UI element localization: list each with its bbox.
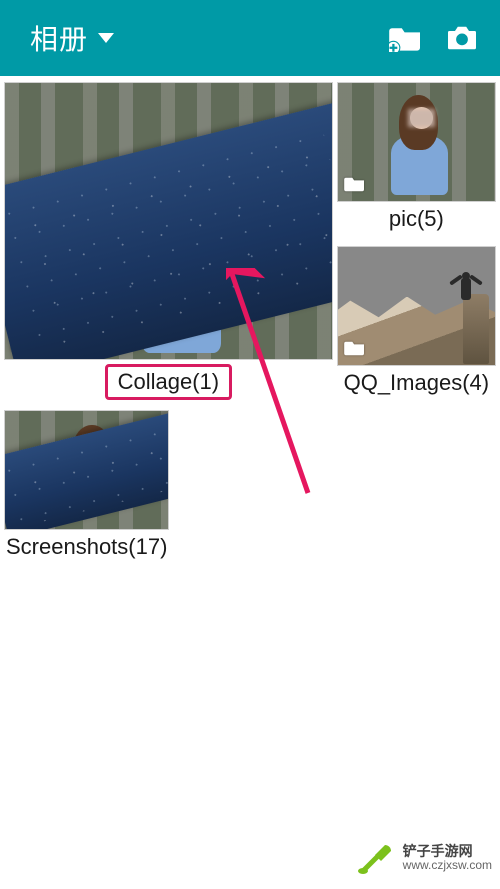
- camera-icon: [445, 24, 479, 52]
- album-label: Screenshots(17): [4, 530, 169, 568]
- new-folder-button[interactable]: [382, 14, 430, 62]
- shovel-icon: [355, 837, 397, 879]
- album-dropdown[interactable]: 相册: [30, 18, 114, 58]
- album-pic[interactable]: pic(5): [337, 82, 496, 242]
- watermark-url: www.czjxsw.com: [403, 859, 492, 872]
- album-label: Collage(1): [105, 364, 233, 400]
- album-thumbnail: [4, 82, 333, 360]
- app-bar: 相册: [0, 0, 500, 76]
- dropdown-icon: [98, 33, 114, 43]
- folder-icon: [344, 175, 368, 195]
- watermark-name: 铲子手游网: [403, 844, 492, 859]
- album-collage[interactable]: Collage(1): [4, 82, 333, 406]
- album-thumbnail: [337, 82, 496, 202]
- watermark-text: 铲子手游网 www.czjxsw.com: [403, 844, 492, 873]
- album-qq-images[interactable]: QQ_Images(4): [337, 246, 496, 406]
- person-figure: [382, 95, 476, 195]
- album-thumbnail: [337, 246, 496, 366]
- person-figure: [453, 264, 479, 308]
- new-folder-icon: [389, 24, 423, 52]
- album-thumbnail: [4, 410, 169, 530]
- camera-button[interactable]: [438, 14, 486, 62]
- album-label: QQ_Images(4): [337, 366, 496, 404]
- folder-icon: [344, 339, 368, 359]
- watermark: 铲子手游网 www.czjxsw.com: [355, 837, 492, 879]
- album-label: pic(5): [337, 202, 496, 240]
- album-screenshots[interactable]: Screenshots(17): [4, 410, 169, 568]
- albums-grid: Collage(1) pic(5) QQ_Images(4): [0, 76, 500, 568]
- folder-icon: [11, 333, 35, 353]
- app-title: 相册: [30, 18, 88, 58]
